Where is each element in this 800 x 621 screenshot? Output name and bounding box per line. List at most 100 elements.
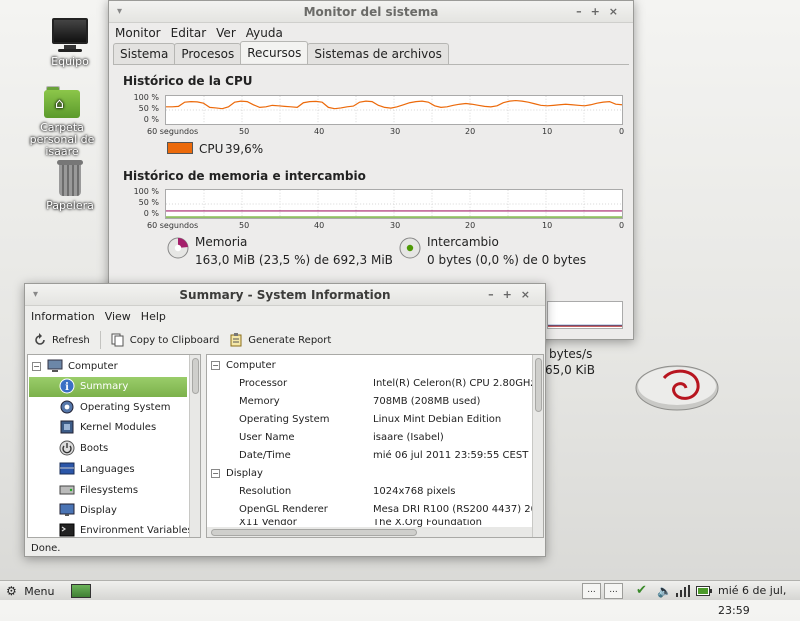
update-shield-icon[interactable]: ✔	[636, 581, 647, 601]
show-desktop-icon[interactable]	[71, 584, 91, 598]
desktop-icon-label: Papelera	[46, 199, 94, 212]
cpu-x-label: 40	[314, 127, 325, 136]
battery-icon[interactable]	[696, 581, 712, 601]
computer-icon	[50, 18, 90, 52]
tree-item-environment-variables[interactable]: Environment Variables	[28, 521, 193, 537]
detail-row-date-time: Date/Time mié 06 jul 2011 23:59:55 CEST	[207, 447, 537, 465]
desktop-icon-trash[interactable]: Papelera	[20, 160, 120, 212]
collapse-icon[interactable]: −	[32, 361, 41, 371]
menu-view[interactable]: View	[105, 310, 131, 323]
copy-to-clipboard-button[interactable]: Copy to Clipboard	[111, 333, 219, 347]
tree-scroll-thumb[interactable]	[192, 358, 199, 394]
memory-label: Memoria	[195, 235, 248, 249]
menu-view[interactable]: Ver	[216, 26, 236, 40]
menu-help[interactable]: Ayuda	[246, 26, 283, 40]
refresh-icon	[33, 333, 47, 347]
gear-icon	[59, 399, 75, 415]
cpu-x-label: 0	[619, 127, 625, 136]
detail-value: isaare (Isabel)	[373, 432, 444, 443]
detail-value: mié 06 jul 2011 23:59:55 CEST	[373, 450, 529, 461]
menu-monitor[interactable]: Monitor	[115, 26, 161, 40]
memory-pie-icon[interactable]	[167, 237, 189, 259]
memory-x-label: 20	[465, 221, 476, 230]
detail-key: OpenGL Renderer	[239, 504, 328, 515]
detail-key: Date/Time	[239, 450, 291, 461]
tree-item-summary[interactable]: i Summary	[29, 377, 187, 397]
cpu-y-label: 50 %	[138, 104, 159, 113]
detail-value: 1024x768 pixels	[373, 486, 456, 497]
detail-value: 708MB (208MB used)	[373, 396, 481, 407]
cpu-x-label: 10	[542, 127, 553, 136]
workspace-switcher-2[interactable]: ...	[604, 583, 623, 599]
tree-item-filesystems[interactable]: Filesystems	[28, 481, 138, 501]
detail-value: Linux Mint Debian Edition	[373, 414, 502, 425]
tab-processes[interactable]: Procesos	[174, 43, 242, 65]
tab-strip: Sistema Procesos Recursos Sistemas de ar…	[113, 41, 449, 65]
menu-help[interactable]: Help	[141, 310, 166, 323]
details-vscroll-thumb[interactable]	[535, 358, 542, 412]
tree-label: Operating System	[80, 402, 171, 413]
menu-information[interactable]: Information	[31, 310, 95, 323]
desktop-icon-computer[interactable]: Equipo	[20, 18, 120, 68]
tree-label: Environment Variables	[80, 525, 193, 536]
network-signal-icon[interactable]	[676, 581, 690, 601]
memory-value: 163,0 MiB (23,5 %) de 692,3 MiB	[195, 253, 393, 267]
volume-icon[interactable]: 🔈	[657, 581, 672, 601]
refresh-button[interactable]: Refresh	[33, 333, 90, 347]
window-controls[interactable]: –+×	[488, 284, 539, 306]
window-menu-icon[interactable]: ▾	[33, 284, 38, 306]
memory-history-title: Histórico de memoria e intercambio	[123, 169, 366, 183]
tree-root-computer[interactable]: − Computer	[28, 357, 188, 377]
network-rate-value: bytes/s	[549, 347, 593, 361]
window-menu-icon[interactable]: ▾	[117, 1, 122, 23]
home-folder-icon: ⌂	[44, 86, 80, 118]
clock[interactable]: mié 6 de jul, 23:59	[718, 581, 800, 617]
detail-row-resolution: Resolution 1024x768 pixels	[207, 483, 537, 501]
copy-icon	[111, 333, 125, 347]
tree-item-boots[interactable]: Boots	[28, 439, 108, 459]
pie-center	[174, 244, 182, 252]
details-vertical-scrollbar[interactable]	[532, 355, 543, 537]
menu-edit[interactable]: Editar	[171, 26, 207, 40]
network-total-value: 65,0 KiB	[545, 363, 595, 377]
detail-row-opengl-renderer: OpenGL Renderer Mesa DRI R100 (RS200 443…	[207, 501, 543, 519]
detail-value: Mesa DRI R100 (RS200 4437) 20090	[373, 504, 544, 515]
system-monitor-titlebar[interactable]: ▾ Monitor del sistema –+×	[109, 1, 633, 23]
details-horizontal-scrollbar[interactable]	[207, 527, 532, 537]
window-title: Monitor del sistema	[303, 5, 439, 19]
swap-pie-icon[interactable]	[399, 237, 421, 259]
window-title: Summary - System Information	[179, 288, 391, 302]
memory-y-label: 100 %	[133, 187, 159, 196]
sysinfo-titlebar[interactable]: ▾ Summary - System Information –+×	[25, 284, 545, 306]
tree-item-operating-system[interactable]: Operating System	[28, 398, 170, 418]
menu-button[interactable]: ⚙ Menu	[6, 581, 54, 601]
display-icon	[59, 502, 75, 518]
detail-key: Memory	[239, 396, 280, 407]
trash-icon	[57, 160, 83, 196]
workspace-switcher-1[interactable]: ...	[582, 583, 601, 599]
generate-report-button[interactable]: Generate Report	[229, 333, 331, 347]
details-hscroll-thumb[interactable]	[211, 529, 417, 536]
swap-label: Intercambio	[427, 235, 499, 249]
window-controls[interactable]: –+×	[576, 1, 627, 23]
collapse-icon[interactable]: −	[211, 360, 220, 370]
status-bar-text: Done.	[31, 543, 61, 554]
network-history-graph	[547, 301, 623, 329]
section-header-computer[interactable]: − Computer	[207, 357, 527, 375]
section-header-display[interactable]: − Display	[207, 465, 527, 483]
cpu-color-swatch[interactable]	[167, 142, 193, 154]
tree-label: Kernel Modules	[80, 422, 157, 433]
tree-item-languages[interactable]: Languages	[28, 460, 135, 480]
tree-label: Languages	[80, 464, 135, 475]
tree-item-display[interactable]: Display	[28, 501, 117, 521]
desktop-icon-home-folder[interactable]: ⌂ Carpeta personal de isaare	[12, 86, 112, 158]
flag-icon	[59, 461, 75, 477]
tab-system[interactable]: Sistema	[113, 43, 176, 65]
tab-resources[interactable]: Recursos	[240, 41, 309, 63]
tab-filesystems[interactable]: Sistemas de archivos	[307, 43, 449, 65]
info-icon: i	[59, 378, 75, 394]
tree-label: Computer	[68, 361, 118, 372]
collapse-icon[interactable]: −	[211, 468, 220, 478]
tree-scrollbar[interactable]	[189, 355, 200, 537]
tree-item-kernel-modules[interactable]: Kernel Modules	[28, 418, 156, 438]
